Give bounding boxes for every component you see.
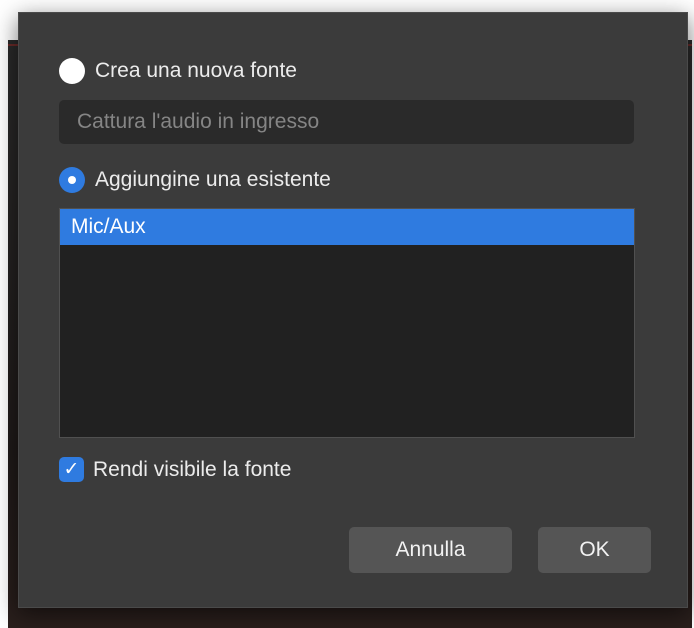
add-existing-radio-icon[interactable]: [59, 167, 85, 193]
cancel-button[interactable]: Annulla: [349, 527, 512, 573]
add-existing-source-option[interactable]: Aggiungine una esistente: [59, 167, 331, 193]
make-visible-label: Rendi visibile la fonte: [93, 457, 292, 481]
create-new-source-option[interactable]: Crea una nuova fonte: [59, 58, 297, 84]
ok-button[interactable]: OK: [538, 527, 651, 573]
make-source-visible-option[interactable]: ✓ Rendi visibile la fonte: [59, 457, 291, 482]
existing-sources-list[interactable]: Mic/Aux: [59, 208, 635, 438]
create-new-radio-icon[interactable]: [59, 58, 85, 84]
new-source-name-input[interactable]: [59, 100, 634, 144]
checkbox-checked-icon[interactable]: ✓: [59, 457, 84, 482]
add-source-dialog: Crea una nuova fonte Aggiungine una esis…: [18, 12, 688, 608]
create-new-label: Crea una nuova fonte: [95, 59, 297, 82]
add-existing-label: Aggiungine una esistente: [95, 168, 331, 191]
list-item[interactable]: Mic/Aux: [60, 209, 634, 245]
